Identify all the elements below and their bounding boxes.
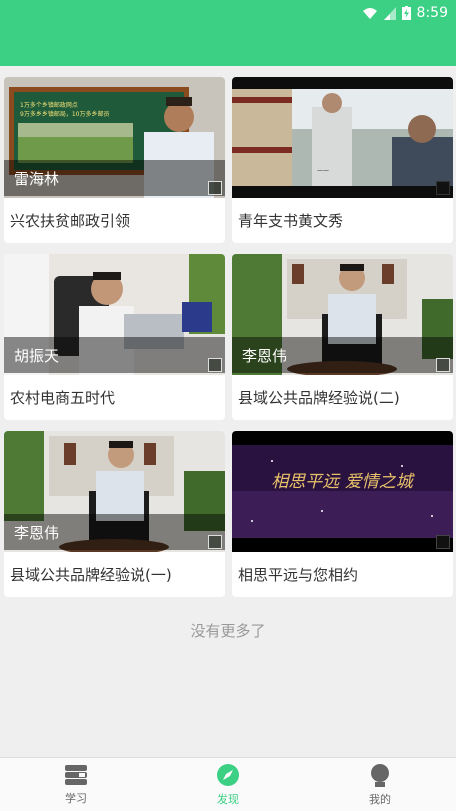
tab-discover[interactable]: 发现 xyxy=(152,758,304,811)
video-card[interactable]: 相思平远 爱情之城 相思平远与您相约 xyxy=(232,431,453,597)
video-grid: 1万多个乡镇邮政网点 9万多乡乡镇邮局，10万多乡邮员 雷海林 兴农扶贫邮政引领 xyxy=(4,77,453,597)
video-card[interactable]: 胡振天 农村电商五时代 xyxy=(4,254,225,420)
video-title[interactable]: 青年支书黄文秀 xyxy=(232,198,453,243)
video-title[interactable]: 相思平远与您相约 xyxy=(232,552,453,597)
channel-logo-icon xyxy=(208,181,222,195)
video-title[interactable]: 农村电商五时代 xyxy=(4,375,225,420)
video-card[interactable]: 李恩伟 县域公共品牌经验说(一) xyxy=(4,431,225,597)
presenter-name: 胡振天 xyxy=(4,337,225,373)
channel-logo-icon xyxy=(208,535,222,549)
channel-logo-icon xyxy=(436,535,450,549)
compass-icon xyxy=(217,763,239,786)
svg-text:——: —— xyxy=(317,167,329,174)
banner-text: 相思平远 爱情之城 xyxy=(271,472,415,492)
status-bar: 8:59 xyxy=(0,0,456,26)
tab-label: 发现 xyxy=(217,792,239,806)
video-title[interactable]: 县域公共品牌经验说(一) xyxy=(4,552,225,597)
video-card[interactable]: —— 青年支书黄文秀 xyxy=(232,77,453,243)
tab-study[interactable]: 学习 xyxy=(0,758,152,811)
video-title[interactable]: 县域公共品牌经验说(二) xyxy=(232,375,453,420)
person-icon xyxy=(371,763,389,787)
status-time: 8:59 xyxy=(416,5,448,21)
tab-label: 我的 xyxy=(369,792,391,806)
channel-logo-icon xyxy=(436,181,450,195)
battery-charging-icon xyxy=(401,6,411,20)
tab-mine[interactable]: 我的 xyxy=(304,758,456,811)
channel-logo-icon xyxy=(208,358,222,372)
video-thumbnail[interactable]: —— xyxy=(232,77,453,198)
channel-logo-icon xyxy=(436,358,450,372)
video-card[interactable]: 1万多个乡镇邮政网点 9万多乡乡镇邮局，10万多乡邮员 雷海林 兴农扶贫邮政引领 xyxy=(4,77,225,243)
video-card[interactable]: 李恩伟 县域公共品牌经验说(二) xyxy=(232,254,453,420)
slide-text-2: 9万多乡乡镇邮局，10万多乡邮员 xyxy=(20,110,109,118)
signal-icon xyxy=(383,7,396,20)
presenter-name: 李恩伟 xyxy=(4,514,225,550)
video-thumbnail[interactable]: 相思平远 爱情之城 xyxy=(232,431,453,552)
book-stack-icon xyxy=(65,764,87,785)
video-thumbnail[interactable]: 1万多个乡镇邮政网点 9万多乡乡镇邮局，10万多乡邮员 雷海林 xyxy=(4,77,225,198)
bottom-tab-bar: 学习 发现 我的 xyxy=(0,757,456,811)
app-header xyxy=(0,26,456,66)
video-thumbnail[interactable]: 李恩伟 xyxy=(4,431,225,552)
slide-text-1: 1万多个乡镇邮政网点 xyxy=(20,101,78,109)
tab-label: 学习 xyxy=(65,791,87,805)
no-more-text: 没有更多了 xyxy=(190,622,266,640)
video-title[interactable]: 兴农扶贫邮政引领 xyxy=(4,198,225,243)
video-thumbnail[interactable]: 胡振天 xyxy=(4,254,225,375)
video-thumbnail[interactable]: 李恩伟 xyxy=(232,254,453,375)
wifi-icon xyxy=(362,8,377,19)
presenter-name: 李恩伟 xyxy=(232,337,453,373)
presenter-name: 雷海林 xyxy=(4,160,225,196)
